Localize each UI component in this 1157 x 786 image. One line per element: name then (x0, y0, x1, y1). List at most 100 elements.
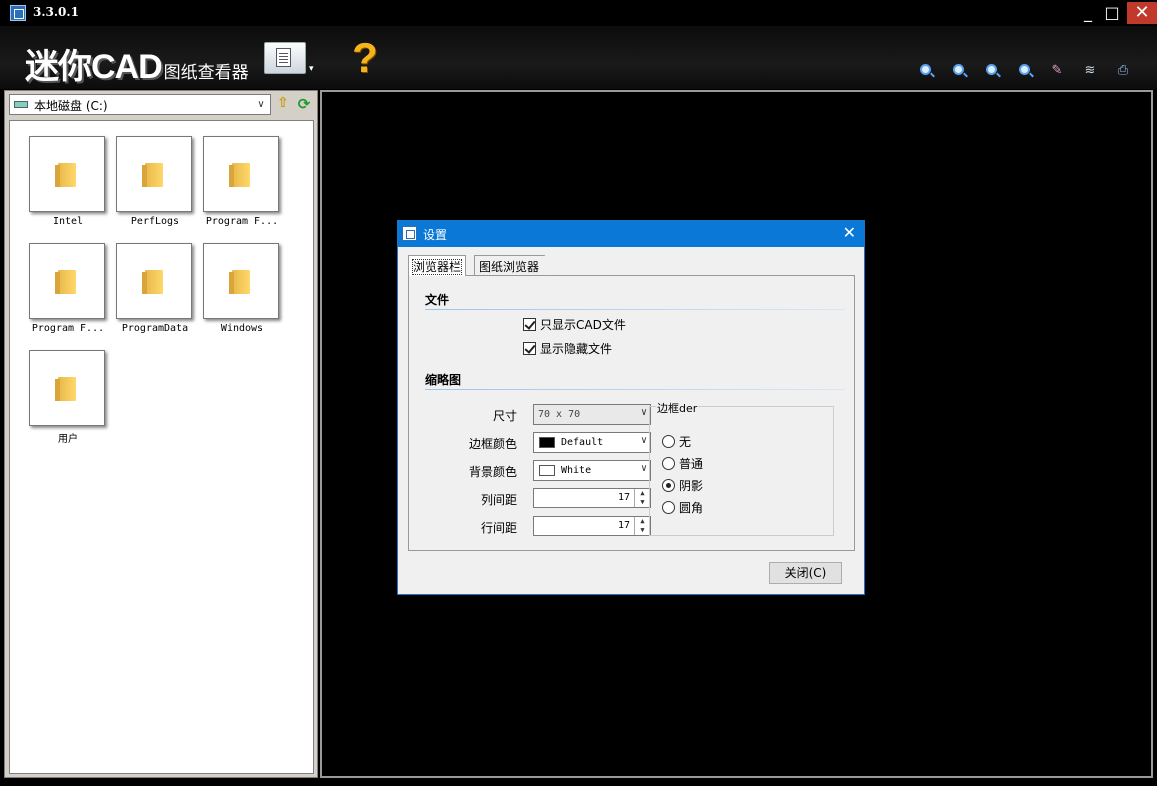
select-tool-button[interactable] (264, 42, 306, 74)
dialog-close-icon[interactable]: ✕ (843, 223, 856, 242)
file-thumbnail-area[interactable]: Intel PerfLogs Program F... Program F...… (9, 120, 314, 774)
zoom-fit-icon[interactable] (981, 62, 1001, 80)
border-group-title: 边框der (656, 400, 699, 416)
help-button[interactable]: ? (350, 36, 380, 80)
tab-label: 图纸浏览器 (479, 260, 540, 274)
radio-icon (662, 457, 675, 470)
radio-label: 无 (679, 435, 692, 449)
folder-item[interactable]: 用户 (29, 350, 107, 448)
settings-dialog: 设置 ✕ 浏览器栏 图纸浏览器 文件 只显示CAD文件 显示隐藏文件 缩略图 尺… (397, 220, 865, 595)
folder-item[interactable]: Intel (29, 136, 107, 234)
cad-only-checkbox[interactable]: 只显示CAD文件 (523, 316, 626, 332)
row-spacing-value: 17 (617, 520, 630, 531)
window-title: 3.3.0.1 (33, 5, 79, 19)
pan-icon[interactable]: ✎ (1047, 62, 1067, 80)
close-dialog-button[interactable]: 关闭(C) (769, 562, 842, 584)
chevron-down-icon: ∨ (640, 435, 647, 446)
size-select[interactable]: 70 x 70 ∨ (533, 404, 651, 425)
color-swatch (539, 465, 555, 476)
close-window-button[interactable]: ✕ (1127, 2, 1157, 24)
thumbnail-group-title: 缩略图 (425, 373, 462, 387)
col-spacing-stepper[interactable]: 17 ▲ ▼ (533, 488, 651, 508)
show-hidden-checkbox[interactable]: 显示隐藏文件 (523, 340, 612, 356)
radio-shadow[interactable]: 阴影 (662, 477, 703, 493)
app-icon (10, 5, 26, 21)
divider (425, 389, 845, 390)
select-tool-dropdown-icon[interactable]: ▾ (309, 64, 314, 74)
tab-label: 浏览器栏 (411, 259, 463, 275)
radio-icon (662, 435, 675, 448)
folder-item[interactable]: PerfLogs (116, 136, 194, 234)
folder-thumbnail (29, 243, 105, 319)
dialog-title: 设置 (423, 228, 448, 242)
tab-drawing-browser[interactable]: 图纸浏览器 (474, 255, 560, 276)
tab-browser-bar[interactable]: 浏览器栏 (408, 255, 466, 276)
zoom-in-icon[interactable] (915, 62, 935, 80)
maximize-button[interactable]: □ (1099, 2, 1125, 24)
border-color-label: 边框颜色 (468, 437, 517, 451)
spin-arrows-icon[interactable]: ▲ ▼ (634, 517, 650, 535)
radio-label: 阴影 (679, 479, 704, 493)
refresh-button[interactable]: ⟳ (296, 95, 312, 113)
folder-icon (142, 163, 163, 187)
up-folder-button[interactable]: ⇧ (275, 95, 291, 113)
folder-thumbnail (203, 243, 279, 319)
bg-color-label: 背景颜色 (468, 465, 517, 479)
folder-icon (229, 270, 250, 294)
layers-icon[interactable]: ≋ (1080, 62, 1100, 80)
tab-panel: 文件 只显示CAD文件 显示隐藏文件 缩略图 尺寸 70 x 70 ∨ 边框颜色… (408, 275, 855, 551)
border-color-value: Default (561, 437, 604, 448)
drive-icon (14, 101, 28, 108)
color-swatch (539, 437, 555, 448)
bg-color-select[interactable]: White ∨ (533, 460, 651, 481)
print-icon[interactable]: ⎙ (1113, 62, 1133, 80)
folder-label: Program F... (31, 323, 105, 334)
dialog-title-bar[interactable]: 设置 ✕ (398, 221, 864, 247)
folder-label: Program F... (205, 216, 279, 227)
spin-arrows-icon[interactable]: ▲ ▼ (634, 489, 650, 507)
folder-icon (142, 270, 163, 294)
size-label: 尺寸 (492, 409, 517, 423)
folder-thumbnail (116, 136, 192, 212)
zoom-window-icon[interactable] (1014, 62, 1034, 80)
folder-item[interactable]: Program F... (203, 136, 281, 234)
folder-label: Intel (52, 216, 84, 227)
row-spacing-stepper[interactable]: 17 ▲ ▼ (533, 516, 651, 536)
folder-label: 用户 (58, 434, 78, 445)
col-spacing-label: 列间距 (480, 493, 517, 507)
folder-label: PerfLogs (130, 216, 180, 227)
dialog-app-icon (402, 226, 417, 241)
radio-rounded[interactable]: 圆角 (662, 499, 703, 515)
folder-thumbnail (29, 350, 105, 426)
folder-thumbnail (116, 243, 192, 319)
border-style-group: 边框der 无 普通 阴影 圆角 (649, 400, 834, 536)
chevron-down-icon[interactable]: ∨ (254, 96, 268, 113)
folder-item[interactable]: Windows (203, 243, 281, 341)
radio-normal[interactable]: 普通 (662, 455, 703, 471)
checkbox-label: 显示隐藏文件 (540, 342, 613, 356)
radio-label: 普通 (679, 457, 704, 471)
files-group-title: 文件 (425, 293, 450, 307)
minimize-button[interactable]: _ (1075, 2, 1101, 24)
chevron-down-icon: ∨ (640, 463, 647, 474)
zoom-out-icon[interactable] (948, 62, 968, 80)
folder-icon (55, 377, 76, 401)
row-spacing-label: 行间距 (480, 521, 517, 535)
radio-selected-icon (662, 479, 675, 492)
checkbox-label: 只显示CAD文件 (540, 318, 626, 332)
folder-label: ProgramData (121, 323, 189, 334)
checkbox-checked-icon (523, 342, 536, 355)
path-combo[interactable]: 本地磁盘 (C:) ∨ (9, 94, 271, 115)
title-bar: 3.3.0.1 _ □ ✕ (0, 0, 1157, 26)
divider (425, 309, 845, 310)
path-text: 本地磁盘 (C:) (34, 99, 108, 113)
radio-none[interactable]: 无 (662, 433, 691, 449)
logo-sub-text: 图纸查看器 (163, 63, 249, 82)
size-value: 70 x 70 (538, 409, 581, 420)
folder-item[interactable]: Program F... (29, 243, 107, 341)
border-color-select[interactable]: Default ∨ (533, 432, 651, 453)
toolbar: 迷你CAD 图纸查看器 ▾ ? ✎ ≋ ⎙ (0, 26, 1157, 89)
folder-label: Windows (220, 323, 264, 334)
folder-icon (55, 163, 76, 187)
folder-item[interactable]: ProgramData (116, 243, 194, 341)
